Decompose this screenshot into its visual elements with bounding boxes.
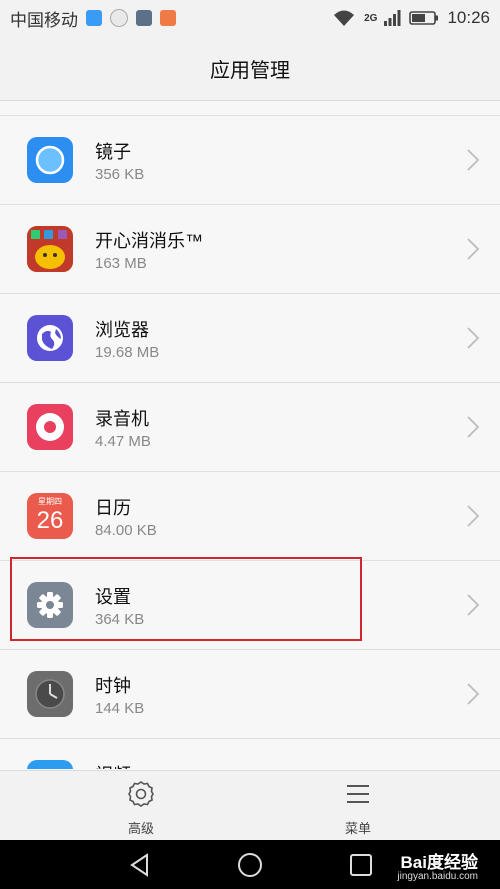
app-size: 4.47 MB [95,433,151,450]
battery-icon [409,11,439,25]
home-icon[interactable] [236,851,264,879]
calendar-day: 26 [36,507,64,534]
app-name: 镜子 [95,142,131,162]
app-size: 356 KB [95,166,145,183]
advanced-button[interactable]: 高级 [101,779,181,837]
video-icon [27,760,73,769]
app-header: 应用管理 [0,36,500,101]
network-type: 2G [364,12,378,24]
app-row-recorder[interactable]: 录音机 4.47 MB [0,383,500,472]
app-row-clock[interactable]: 时钟 144 KB [0,650,500,739]
app-size: 364 KB [95,611,145,628]
menu-icon [347,785,369,803]
app-name: 时钟 [95,676,131,696]
page-title: 应用管理 [210,59,290,82]
app-name: 视频 [95,761,131,769]
wifi-icon [334,10,355,26]
happy-elimination-icon [27,226,73,272]
app-size: 163 MB [95,255,147,272]
chevron-right-icon [467,238,480,260]
chevron-right-icon [467,327,480,349]
app-name: 录音机 [95,409,149,429]
calendar-weekday: 星期四 [38,497,62,506]
app-name: 浏览器 [95,320,149,340]
watermark-url: jingyan.baidu.com [397,871,478,882]
app-notification-icon [160,10,176,26]
advanced-label: 高级 [127,821,154,836]
back-icon[interactable] [127,852,153,878]
app-size: 84.00 KB [95,522,157,539]
app-row-calendar[interactable]: 星期四 26 日历 84.00 KB [0,472,500,561]
carrier-name: 中国移动 [10,10,78,30]
gear-icon [128,781,154,807]
watermark-brand: Bai度经验 [400,853,478,872]
menu-button[interactable]: 菜单 [318,779,398,837]
app-row-happy-elimination[interactable]: 开心消消乐™ 163 MB [0,205,500,294]
chevron-right-icon [467,505,480,527]
bottom-action-bar: 高级 菜单 [0,770,500,841]
app-name: 日历 [95,498,131,518]
app-row-browser[interactable]: 浏览器 19.68 MB [0,294,500,383]
signal-icon [384,10,401,26]
chevron-right-icon [467,683,480,705]
message-notification-icon [86,10,102,26]
clock-icon [27,671,73,717]
clock-time: 10:26 [447,8,490,27]
app-name: 开心消消乐™ [95,231,203,251]
app-row-video[interactable]: 视频 [0,739,500,769]
notification-icons [86,9,176,27]
chevron-right-icon [467,416,480,438]
recorder-icon [27,404,73,450]
status-bar: 中国移动 2G 10:26 [0,0,500,36]
robot-notification-icon [110,9,128,27]
app-row-settings[interactable]: 设置 364 KB [0,561,500,650]
app-row-mirror[interactable]: 镜子 356 KB [0,115,500,205]
image-notification-icon [136,10,152,26]
app-size: 19.68 MB [95,344,160,361]
recent-apps-icon[interactable] [348,852,374,878]
settings-icon [27,582,73,628]
chevron-right-icon [467,594,480,616]
browser-icon [27,315,73,361]
chevron-right-icon [467,149,480,171]
system-navigation-bar: Bai度经验 jingyan.baidu.com [0,840,500,889]
calendar-icon: 星期四 26 [27,493,73,539]
mirror-icon [27,137,73,183]
menu-label: 菜单 [344,821,371,836]
app-list[interactable]: 镜子 356 KB 开心消消乐™ 163 MB 浏览器 19.68 MB 录音机… [0,115,500,769]
app-size: 144 KB [95,700,145,717]
app-name: 设置 [95,587,131,607]
